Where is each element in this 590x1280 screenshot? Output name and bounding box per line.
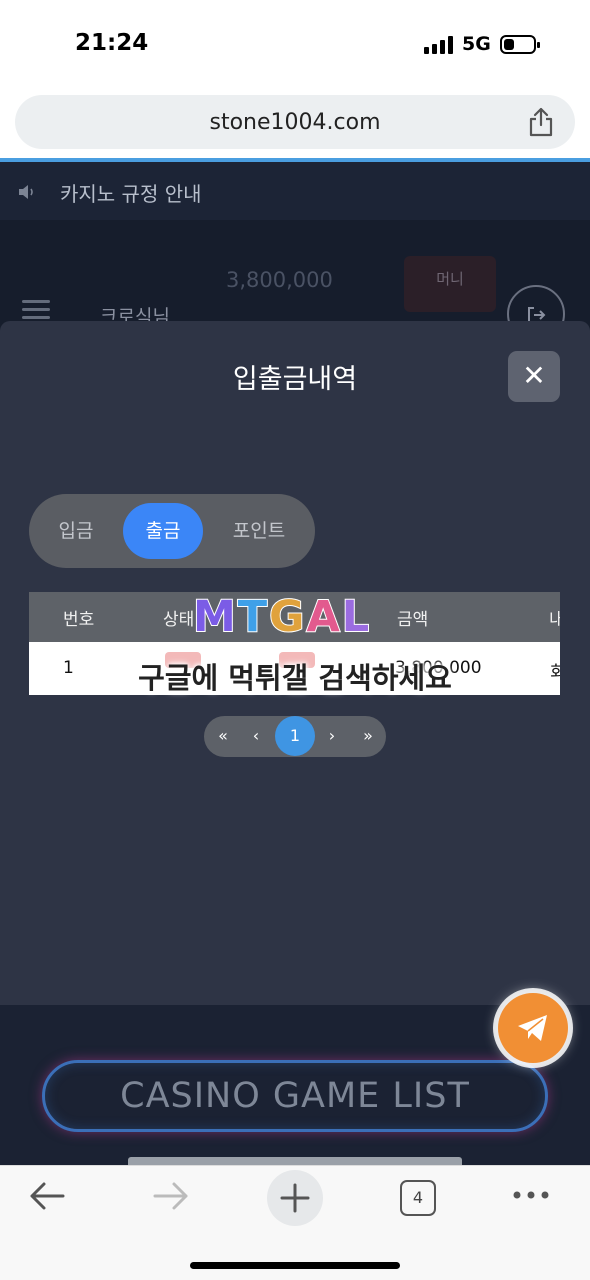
tab-points[interactable]: 포인트 bbox=[219, 503, 299, 559]
page-last-button[interactable]: » bbox=[355, 716, 381, 757]
plus-icon bbox=[280, 1183, 310, 1213]
header-number: 번호 bbox=[63, 610, 95, 630]
url-text: stone1004.com bbox=[209, 110, 381, 135]
status-time: 21:24 bbox=[75, 30, 149, 56]
balance-amount: 3,800,000 bbox=[226, 268, 333, 292]
network-type: 5G bbox=[462, 33, 491, 55]
more-icon[interactable] bbox=[512, 1190, 550, 1200]
tabs-button[interactable]: 4 bbox=[400, 1180, 436, 1216]
site-bottom-bar bbox=[128, 1157, 462, 1165]
casino-game-list-button[interactable]: CASINO GAME LIST bbox=[42, 1060, 548, 1132]
menu-icon[interactable] bbox=[22, 300, 50, 320]
page-next-button[interactable]: › bbox=[319, 716, 345, 757]
tab-withdrawal[interactable]: 출금 bbox=[123, 503, 203, 559]
notice-bar[interactable]: 카지노 규정 안내 bbox=[0, 162, 590, 220]
modal-title: 입출금내역 bbox=[232, 364, 358, 395]
tab-deposit[interactable]: 입금 bbox=[43, 503, 109, 559]
forward-icon[interactable] bbox=[152, 1180, 190, 1212]
close-button[interactable]: ✕ bbox=[508, 351, 560, 402]
browser-toolbar: 4 bbox=[0, 1165, 590, 1280]
speaker-icon bbox=[19, 185, 33, 199]
share-icon[interactable] bbox=[527, 107, 555, 137]
telegram-icon bbox=[518, 1015, 547, 1041]
header-extra: 내 bbox=[549, 610, 560, 630]
page-prev-button[interactable]: ‹ bbox=[243, 716, 269, 757]
watermark-logo: MTGAL bbox=[192, 591, 372, 643]
money-button[interactable]: 머니 bbox=[404, 256, 496, 312]
address-bar[interactable]: stone1004.com bbox=[15, 95, 575, 149]
browser-address-area: stone1004.com bbox=[0, 88, 590, 162]
telegram-button[interactable] bbox=[498, 993, 568, 1063]
notice-text: 카지노 규정 안내 bbox=[60, 182, 202, 206]
signal-icon bbox=[424, 36, 454, 54]
watermark-caption: 구글에 먹튀갤 검색하세요 bbox=[138, 661, 452, 695]
header-status: 상태 bbox=[163, 610, 195, 630]
page-current-button[interactable]: 1 bbox=[275, 716, 315, 756]
history-tabs: 입금 출금 포인트 bbox=[29, 494, 315, 568]
back-icon[interactable] bbox=[28, 1180, 66, 1212]
page-first-button[interactable]: « bbox=[210, 716, 236, 757]
home-indicator bbox=[190, 1262, 400, 1269]
pagination: « ‹ 1 › » bbox=[204, 716, 386, 757]
status-bar: 21:24 5G bbox=[0, 0, 590, 88]
header-amount: 금액 bbox=[397, 610, 429, 630]
site-header: 3,800,000 머니 크로식님 bbox=[0, 220, 590, 343]
new-tab-button[interactable] bbox=[267, 1170, 323, 1226]
battery-icon bbox=[500, 35, 540, 54]
watermark-logo-text: MTGAL bbox=[192, 591, 372, 643]
